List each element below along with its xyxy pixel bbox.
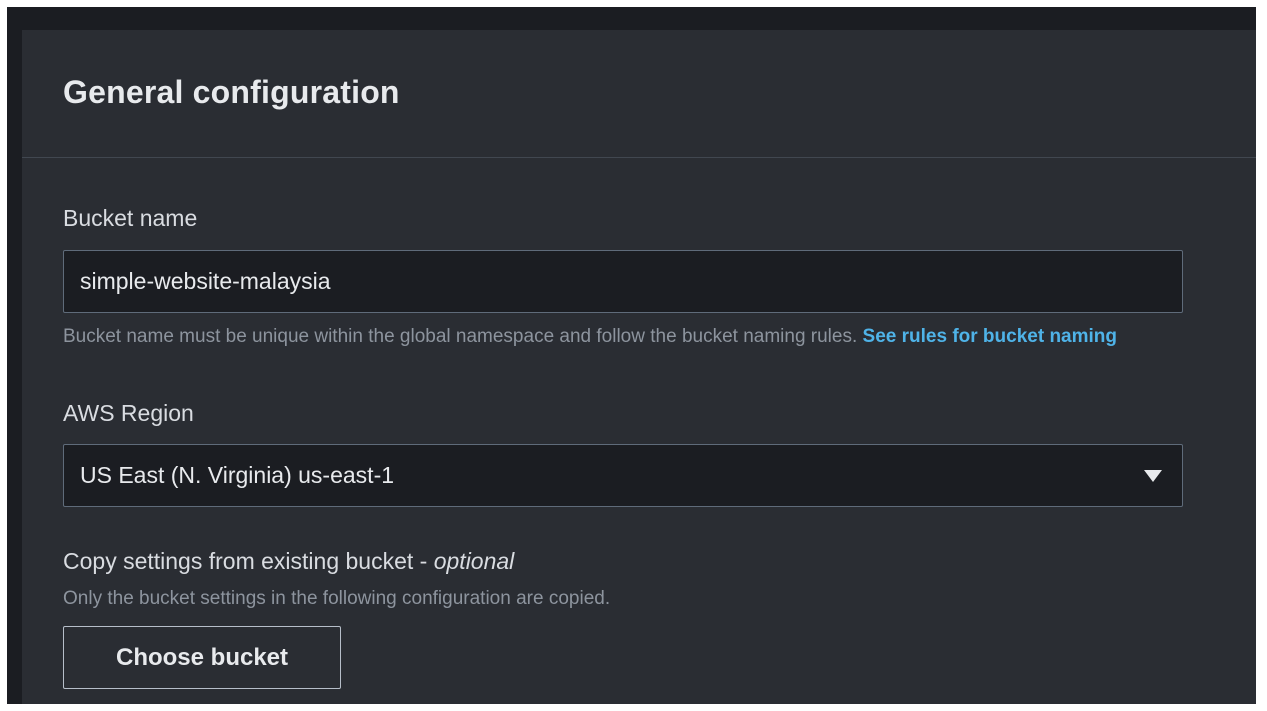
region-label-wrap: AWS Region [63, 400, 194, 427]
copy-settings-label-wrap: Copy settings from existing bucket - opt… [63, 548, 514, 575]
panel-title: General configuration [63, 74, 400, 110]
panel-header: General configuration [22, 30, 1256, 158]
region-label: AWS Region [63, 400, 194, 426]
region-selected-value: US East (N. Virginia) us-east-1 [80, 462, 395, 488]
copy-settings-label: Copy settings from existing bucket - opt… [63, 548, 514, 575]
bucket-name-input[interactable] [63, 250, 1183, 313]
general-configuration-panel: General configuration Bucket name Bucket… [22, 30, 1256, 704]
caret-down-icon [1144, 469, 1162, 482]
bucket-name-label-wrap: Bucket name [63, 205, 197, 232]
choose-bucket-button[interactable]: Choose bucket [63, 626, 341, 689]
copy-settings-label-text: Copy settings from existing bucket - [63, 548, 434, 574]
app-frame: General configuration Bucket name Bucket… [7, 7, 1256, 704]
copy-settings-help-text: Only the bucket settings in the followin… [63, 588, 611, 609]
region-select[interactable]: US East (N. Virginia) us-east-1 [63, 444, 1183, 507]
bucket-naming-rules-link[interactable]: See rules for bucket naming [863, 326, 1117, 347]
bucket-name-label: Bucket name [63, 205, 198, 231]
bucket-name-help: Bucket name must be unique within the gl… [63, 326, 1117, 348]
bucket-name-help-text: Bucket name must be unique within the gl… [63, 326, 858, 347]
copy-settings-optional: optional [433, 548, 515, 574]
